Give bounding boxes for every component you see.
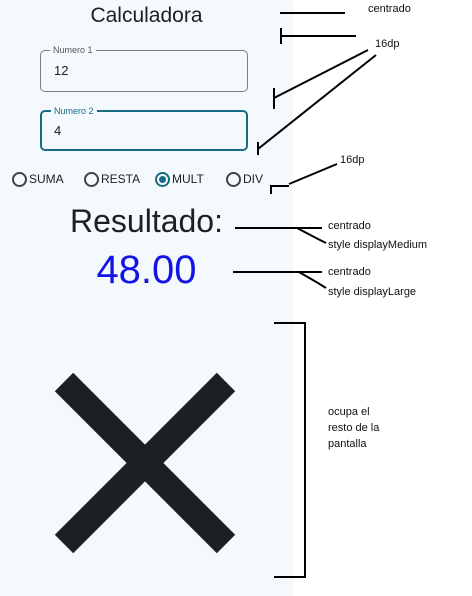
ann-line-style-large [298,271,327,289]
note-centrado-2: centrado [328,220,371,232]
note-style-large: style displayLarge [328,286,417,298]
ann-line-dp1b [273,49,369,99]
note-dp-2: 16dp [340,154,365,166]
note-centrado-3: centrado [328,266,371,278]
note-centrado-1: centrado [368,3,411,15]
note-style-medium: style displayMedium [328,239,428,251]
ann-tick-4 [270,185,289,194]
note-dp-1: 16dp [375,38,400,50]
ann-line-dp2 [288,163,338,185]
ann-line-style-medium [296,227,327,244]
ann-bracket-resto [274,322,306,578]
note-resto: ocupa el resto de la pantalla [328,406,380,450]
ann-line-dp1c [257,54,377,150]
